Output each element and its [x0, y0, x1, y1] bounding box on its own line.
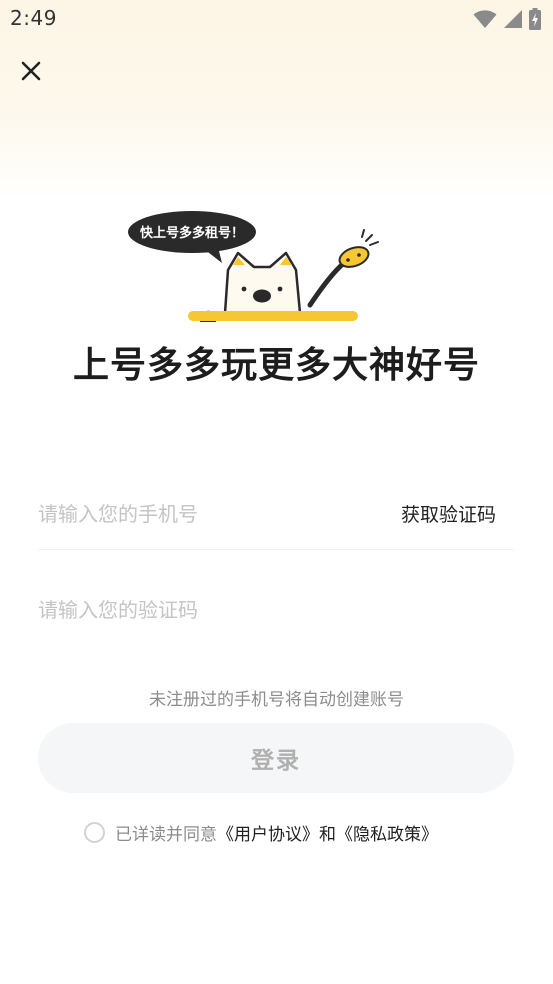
battery-charging-icon: [529, 8, 541, 30]
status-time: 2:49: [10, 6, 57, 30]
phone-input[interactable]: [38, 498, 358, 530]
agreement-row: 已详读并同意 《用户协议》 和 《隐私政策》: [84, 818, 438, 846]
close-icon: [21, 61, 41, 81]
slogan: 上号多多玩更多大神好号: [72, 345, 480, 386]
cat-mascot: [223, 251, 302, 315]
agreement-checkbox[interactable]: [84, 821, 105, 843]
close-button[interactable]: [14, 54, 48, 88]
speech-text: 快上号多多租号！: [140, 225, 244, 241]
verification-code-input[interactable]: [38, 594, 514, 626]
wifi-icon: [473, 10, 497, 28]
privacy-policy-link[interactable]: 《隐私政策》: [336, 820, 438, 845]
code-row: [38, 584, 514, 636]
status-bar: 2:49: [0, 0, 553, 38]
mascot-illustration: 快上号多多租号！: [128, 211, 379, 322]
status-icons: [473, 8, 541, 30]
agreement-prefix: 已详读并同意: [115, 824, 217, 845]
get-code-button[interactable]: 获取验证码: [401, 500, 496, 527]
auto-register-hint: 未注册过的手机号将自动创建账号: [149, 690, 404, 710]
user-agreement-link[interactable]: 《用户协议》: [217, 820, 319, 845]
agreement-and: 和: [319, 824, 336, 845]
signal-icon: [504, 10, 522, 28]
phone-row: 获取验证码: [38, 488, 514, 550]
login-button[interactable]: 登录: [38, 723, 514, 793]
